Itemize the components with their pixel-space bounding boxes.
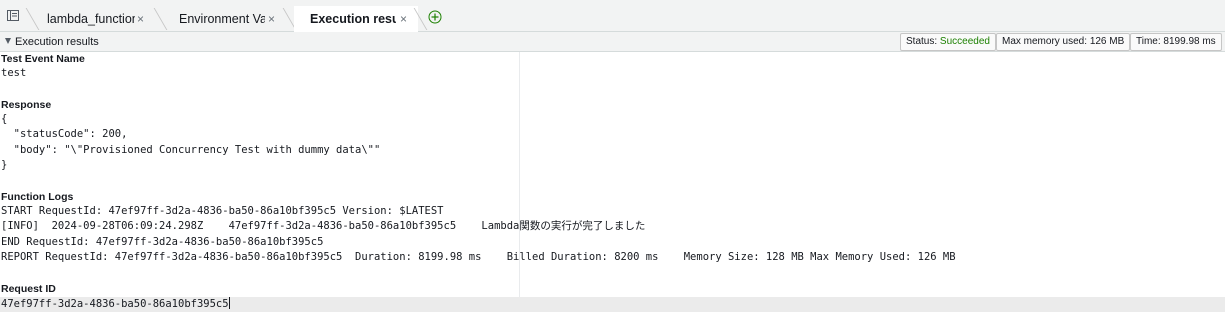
function-logs-heading: Function Logs (1, 191, 74, 203)
file-menu-icon[interactable] (7, 10, 19, 21)
log-line: END RequestId: 47ef97ff-3d2a-4836-ba50-8… (1, 236, 324, 248)
response-line: } (1, 159, 8, 171)
close-icon[interactable]: × (400, 6, 407, 32)
tab-label: lambda_function (47, 12, 135, 26)
status-badge: Status: Succeeded (900, 33, 996, 51)
tab-label: Execution results (310, 12, 396, 26)
execution-results-content: Test Event Name test Response { "statusC… (0, 52, 1225, 312)
execution-results-header: Execution results Status: Succeeded Max … (0, 32, 1225, 52)
section-title[interactable]: Execution results (15, 34, 99, 50)
time-badge: Time: 8199.98 ms (1130, 33, 1222, 51)
response-heading: Response (1, 99, 52, 111)
max-memory-value: 126 MB (1089, 36, 1125, 47)
text-cursor (228, 297, 230, 309)
max-memory-badge: Max memory used: 126 MB (996, 33, 1131, 51)
tab-lambda-function[interactable]: lambda_function × (38, 6, 156, 32)
max-memory-label: Max memory used: (1002, 36, 1088, 47)
add-tab-icon[interactable] (428, 10, 442, 24)
tab-environment-variables[interactable]: Environment Vari × (166, 6, 284, 32)
response-line: "body": "\"Provisioned Concurrency Test … (1, 144, 381, 156)
pane-divider[interactable] (519, 52, 520, 312)
editor-tab-bar: lambda_function × Environment Vari × Exe… (0, 0, 1225, 32)
time-label: Time: (1136, 36, 1161, 47)
test-event-heading: Test Event Name (1, 53, 85, 65)
log-line: START RequestId: 47ef97ff-3d2a-4836-ba50… (1, 205, 444, 217)
time-value: 8199.98 ms (1163, 36, 1216, 47)
close-icon[interactable]: × (137, 6, 144, 32)
test-event-value: test (1, 67, 27, 79)
status-label: Status: (906, 36, 938, 47)
response-line: { (1, 113, 8, 125)
request-id-text: 47ef97ff-3d2a-4836-ba50-86a10bf395c5 (1, 298, 229, 310)
response-line: "statusCode": 200, (1, 128, 128, 140)
status-value: Succeeded (939, 36, 990, 47)
request-id-value[interactable]: 47ef97ff-3d2a-4836-ba50-86a10bf395c5 (1, 297, 230, 312)
caret-down-icon[interactable] (5, 38, 11, 44)
tab-label: Environment Vari (179, 12, 265, 26)
log-line: [INFO] 2024-09-28T06:09:24.298Z 47ef97ff… (1, 220, 646, 232)
close-icon[interactable]: × (268, 6, 275, 32)
request-id-heading: Request ID (1, 283, 56, 295)
tab-execution-results[interactable]: Execution results × (294, 6, 418, 32)
log-line: REPORT RequestId: 47ef97ff-3d2a-4836-ba5… (1, 251, 956, 263)
